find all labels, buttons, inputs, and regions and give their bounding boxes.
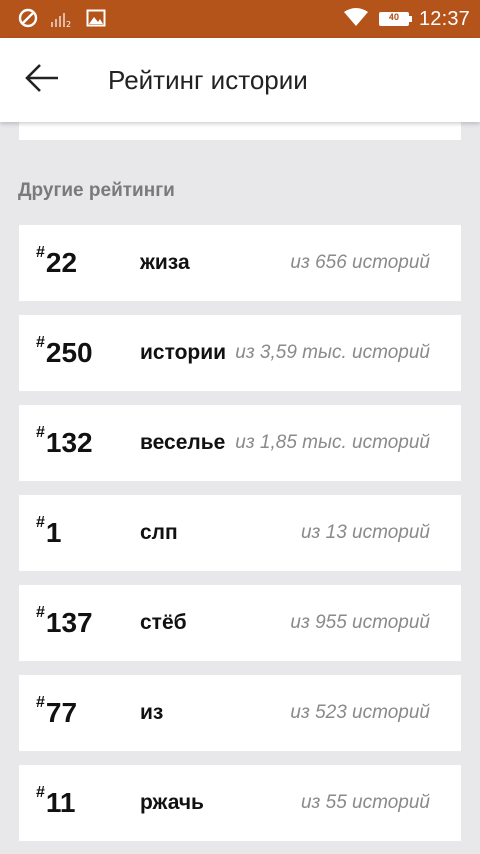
page-title: Рейтинг истории — [108, 65, 308, 95]
app-bar: Рейтинг истории — [0, 38, 480, 122]
back-button[interactable] — [20, 60, 64, 100]
tag-name: стёб — [140, 611, 187, 634]
rank: #1 — [36, 495, 61, 571]
wifi-icon — [343, 7, 369, 31]
image-notification-icon — [86, 8, 106, 32]
rank-number: 137 — [45, 607, 93, 638]
story-count: из 13 историй — [300, 522, 430, 543]
rank-number: 250 — [45, 337, 93, 368]
story-count: из 955 историй — [290, 612, 430, 633]
rank-number: 1 — [45, 517, 62, 548]
arrow-back-icon — [24, 62, 60, 98]
rating-card[interactable]: #22 жиза из 656 историй — [19, 225, 461, 301]
tag-name: жиза — [140, 251, 190, 274]
status-icons-right: 40 12:37 — [343, 0, 470, 38]
story-count: из 3,59 тыс. историй — [235, 342, 430, 363]
rank: #132 — [36, 405, 93, 481]
hash-symbol: # — [36, 694, 45, 711]
tag-name: веселье — [140, 431, 226, 454]
rank-number: 11 — [45, 787, 76, 818]
status-icons-left: 2 — [18, 8, 106, 32]
rank-number: 132 — [45, 427, 93, 458]
tag-name: ржачь — [140, 791, 204, 814]
tag-name: из — [140, 701, 164, 724]
status-bar: 2 40 12:37 — [0, 0, 480, 38]
rating-card[interactable]: #11 ржачь из 55 историй — [19, 765, 461, 841]
rank-number: 22 — [45, 247, 78, 278]
hash-symbol: # — [36, 784, 45, 801]
hash-symbol: # — [36, 334, 45, 351]
story-count: из 55 историй — [300, 792, 430, 813]
rating-card[interactable]: #250 истории из 3,59 тыс. историй — [19, 315, 461, 391]
svg-text:2: 2 — [66, 20, 71, 28]
rank: #77 — [36, 675, 77, 751]
story-count: из 1,85 тыс. историй — [235, 432, 430, 453]
rating-card[interactable]: #137 стёб из 955 историй — [19, 585, 461, 661]
rating-card[interactable]: #1 слп из 13 историй — [19, 495, 461, 571]
signal-icon: 2 — [50, 8, 74, 32]
clock: 12:37 — [418, 7, 470, 30]
hash-symbol: # — [36, 244, 45, 261]
rank: #11 — [36, 765, 76, 841]
rank: #22 — [36, 225, 77, 301]
ratings-list: #22 жиза из 656 историй #250 истории из … — [19, 225, 461, 854]
story-count: из 656 историй — [290, 252, 430, 273]
battery-icon: 40 — [378, 12, 412, 26]
rating-card[interactable]: #132 веселье из 1,85 тыс. историй — [19, 405, 461, 481]
hash-symbol: # — [36, 604, 45, 621]
rating-card[interactable]: #77 из из 523 историй — [19, 675, 461, 751]
story-count: из 523 историй — [290, 702, 430, 723]
rank: #137 — [36, 585, 93, 661]
rank: #250 — [36, 315, 93, 391]
hash-symbol: # — [36, 514, 45, 531]
no-sim-icon — [18, 8, 38, 32]
tag-name: слп — [140, 521, 178, 544]
section-title: Другие рейтинги — [18, 180, 175, 201]
hash-symbol: # — [36, 424, 45, 441]
rank-number: 77 — [45, 697, 78, 728]
tag-name: истории — [140, 341, 227, 364]
